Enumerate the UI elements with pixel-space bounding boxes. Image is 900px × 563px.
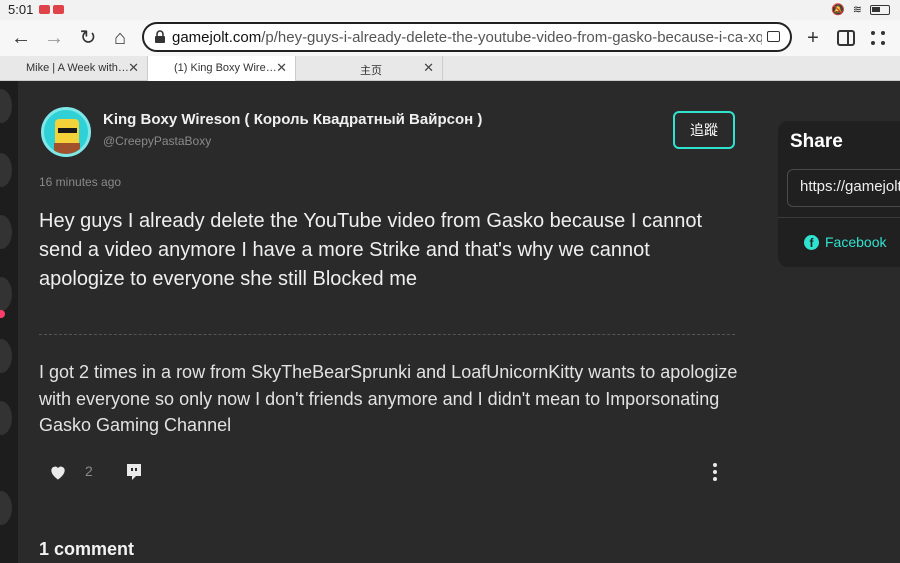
new-tab-plus-icon[interactable]: + [801,26,825,50]
close-icon[interactable]: ✕ [423,60,434,76]
notification-icon [39,5,50,14]
page-content: King Boxy Wireson ( Король Квадратный Ва… [0,81,900,563]
tab-king-boxy[interactable]: (1) King Boxy Wire… ✕ [148,56,296,81]
facebook-label: Facebook [825,234,887,250]
sidebar-avatar[interactable] [0,277,12,311]
tab-label: (1) King Boxy Wire… [174,62,277,74]
sidebar-avatar[interactable] [0,89,12,123]
forward-arrow-icon[interactable]: → [42,26,66,50]
wifi-icon: ≋ [852,4,862,16]
status-bar: 5:01 🔕 ≋ [0,0,900,20]
reload-icon[interactable]: ↻ [76,26,100,50]
unread-dot [0,310,5,318]
sidebar-avatar[interactable] [0,215,12,249]
divider [39,334,735,335]
sidebar-avatar[interactable] [0,491,12,525]
system-icons: 🔕 ≋ [831,3,890,16]
post-timestamp[interactable]: 16 minutes ago [39,175,121,189]
like-count[interactable]: 2 [85,463,93,479]
comment-icon[interactable] [125,462,143,482]
back-arrow-icon[interactable]: ← [9,26,33,50]
tab-home[interactable]: 主页 ✕ [296,56,443,81]
facebook-icon: f [804,234,819,250]
sidebar-toggle-icon[interactable] [834,26,858,50]
author-name[interactable]: King Boxy Wireson ( Король Квадратный Ва… [103,111,482,128]
status-time: 5:01 [8,2,34,17]
mute-icon: 🔕 [831,4,845,16]
share-url-field[interactable]: https://gamejolt.com/p/hey-guys [787,169,900,207]
post-body: I got 2 times in a row from SkyTheBearSp… [39,362,738,435]
url-text[interactable]: gamejolt.com/p/hey-guys-i-already-delete… [172,29,762,46]
tab-switch-icon[interactable] [767,31,780,42]
facebook-share-button[interactable]: f Facebook [804,234,886,250]
share-panel: Share https://gamejolt.com/p/hey-guys f … [778,121,900,267]
share-title: Share [790,131,843,152]
lock-icon [155,30,165,43]
sidebar-avatar[interactable] [0,153,12,187]
author-avatar[interactable] [41,107,91,157]
tab-strip: Mike | A Week with… ✕ (1) King Boxy Wire… [0,56,900,81]
sidebar-avatar[interactable] [0,401,12,435]
home-icon[interactable]: ⌂ [108,26,132,50]
comments-heading: 1 comment [39,539,135,559]
tab-label: 主页 [360,65,382,77]
url-host: gamejolt.com [172,29,262,46]
more-options-icon[interactable] [708,462,722,482]
follow-button[interactable]: 追蹤 [673,111,735,149]
left-sidebar [0,81,18,563]
post-headline: Hey guys I already delete the YouTube vi… [39,210,703,290]
author-handle[interactable]: @CreepyPastaBoxy [103,134,211,148]
browser-toolbar: ← → ↻ ⌂ gamejolt.com/p/hey-guys-i-alread… [0,20,900,56]
divider [778,217,900,218]
tab-mike[interactable]: Mike | A Week with… ✕ [0,56,148,81]
close-icon[interactable]: ✕ [128,60,139,76]
menu-dots-icon[interactable] [866,26,890,50]
url-path: /p/hey-guys-i-already-delete-the-youtube… [261,29,762,46]
tab-label: Mike | A Week with… [26,62,129,74]
close-icon[interactable]: ✕ [276,60,287,76]
heart-icon[interactable] [48,462,68,482]
battery-icon [870,4,890,15]
notification-icon [53,5,64,14]
address-bar[interactable]: gamejolt.com/p/hey-guys-i-already-delete… [142,22,792,52]
sidebar-avatar[interactable] [0,339,12,373]
